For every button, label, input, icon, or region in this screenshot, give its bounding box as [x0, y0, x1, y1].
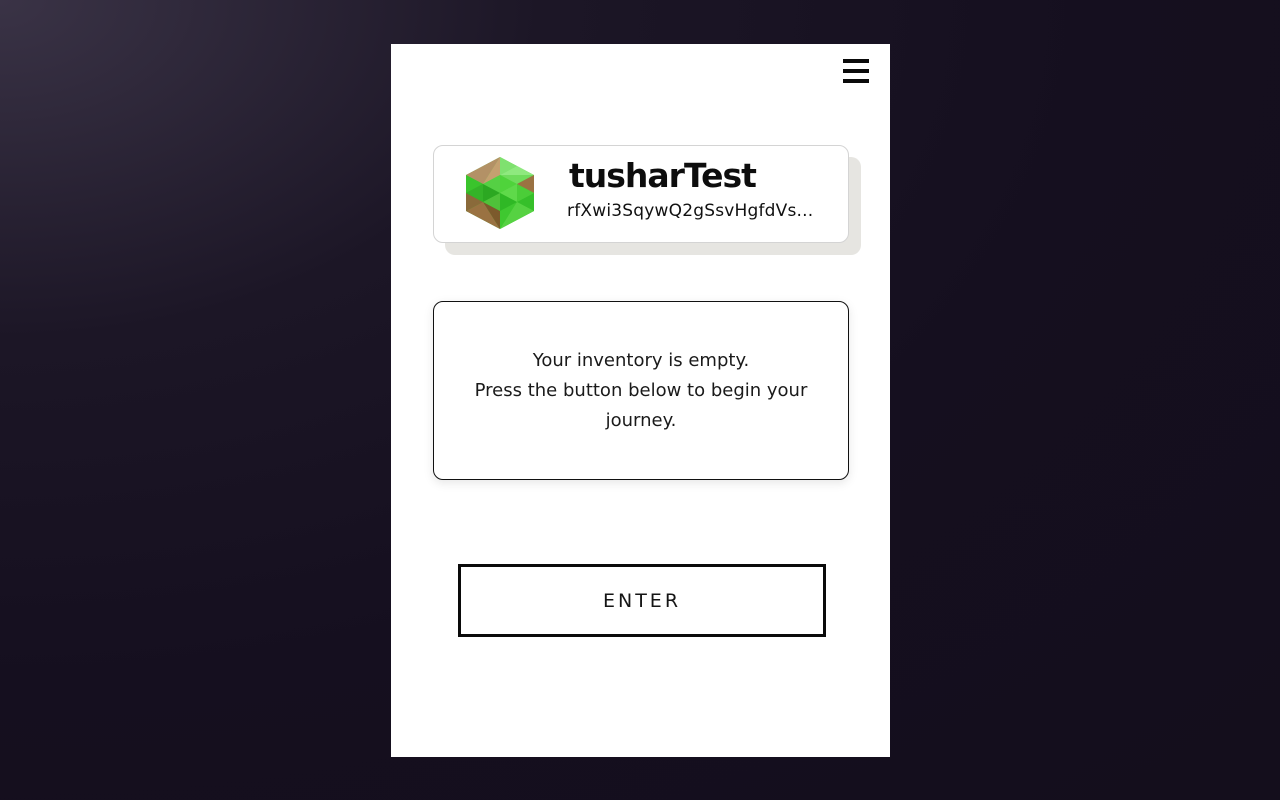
hamburger-menu-icon[interactable] [843, 58, 869, 84]
wallet-address: rfXwi3SqywQ2gSsvHgfdVs... [567, 201, 814, 221]
inventory-message-line-1: Your inventory is empty. [532, 350, 750, 371]
app-panel: tusharTest rfXwi3SqywQ2gSsvHgfdVs... You… [391, 44, 890, 757]
profile-card: tusharTest rfXwi3SqywQ2gSsvHgfdVs... [433, 145, 849, 243]
menu-bar-bottom [843, 79, 869, 83]
enter-button[interactable]: ENTER [458, 564, 826, 637]
empty-inventory-message-box: Your inventory is empty. Press the butto… [433, 301, 849, 480]
menu-bar-top [843, 59, 869, 63]
menu-bar-middle [843, 69, 869, 73]
grass-block-avatar-icon [466, 157, 534, 229]
inventory-message: Your inventory is empty. Press the butto… [464, 346, 818, 436]
username: tusharTest [569, 156, 757, 195]
inventory-message-line-2: Press the button below to begin your jou… [474, 380, 808, 431]
